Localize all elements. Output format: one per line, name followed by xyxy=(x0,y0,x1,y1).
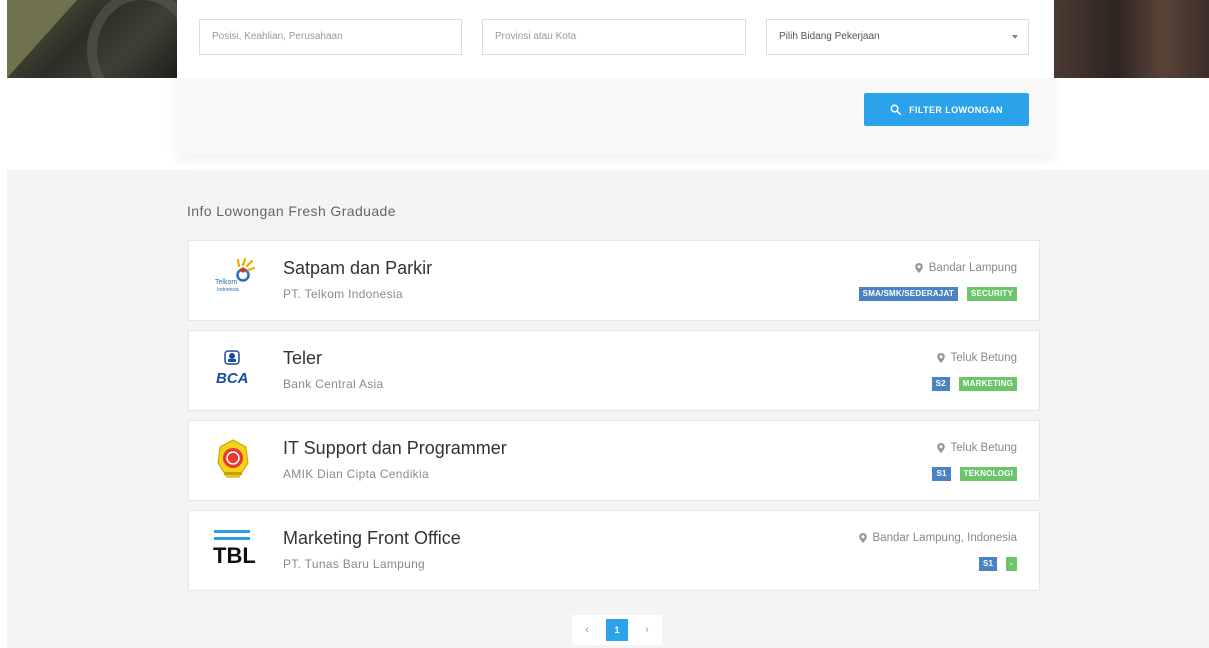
search-icon xyxy=(890,104,901,115)
job-location-text: Teluk Betung xyxy=(950,352,1018,364)
hero-image-right xyxy=(1054,0,1209,78)
keyword-input[interactable]: Posisi, Keahlian, Perusahaan xyxy=(199,19,462,55)
job-company: Bank Central Asia xyxy=(283,377,384,391)
job-listing-section: Info Lowongan Fresh Graduade Telkom Indo… xyxy=(7,170,1209,648)
bca-logo-text: BCA xyxy=(216,370,249,387)
category-badge: TEKNOLOGI xyxy=(959,467,1017,481)
telkom-logo-text: Telkom xyxy=(215,279,237,286)
telkom-indonesia-logo: Telkom Indonesia xyxy=(205,257,261,305)
bca-logo: BCA xyxy=(205,347,261,395)
job-company: PT. Telkom Indonesia xyxy=(283,287,403,301)
job-card[interactable]: BCA Teler Bank Central Asia Teluk Betung… xyxy=(188,330,1040,411)
category-select-value: Pilih Bidang Pekerjaan xyxy=(779,31,880,42)
location-input[interactable]: Provinsi atau Kota xyxy=(482,19,746,55)
map-marker-icon xyxy=(858,533,867,543)
hero-image-left xyxy=(7,0,177,78)
job-location: Bandar Lampung xyxy=(914,262,1017,274)
amik-dcc-logo xyxy=(205,437,261,485)
map-marker-icon xyxy=(936,443,945,453)
job-tags: S1 - xyxy=(978,557,1017,571)
job-location-text: Teluk Betung xyxy=(950,442,1018,454)
svg-text:Indonesia: Indonesia xyxy=(217,287,239,293)
tbl-logo: TBL xyxy=(205,527,261,575)
filter-button-label: FILTER LOWONGAN xyxy=(909,104,1003,115)
category-badge: MARKETING xyxy=(958,377,1017,391)
education-badge: S2 xyxy=(931,377,950,391)
pagination-page-button[interactable]: 1 xyxy=(602,615,632,645)
chevron-down-icon xyxy=(1012,35,1018,39)
job-card[interactable]: TBL Marketing Front Office PT. Tunas Bar… xyxy=(188,510,1040,591)
education-badge: SMA/SMK/SEDERAJAT xyxy=(858,287,958,301)
job-location-text: Bandar Lampung, Indonesia xyxy=(872,532,1018,544)
job-tags: S1 TEKNOLOGI xyxy=(932,467,1017,481)
education-badge: S1 xyxy=(932,467,951,481)
job-card[interactable]: Telkom Indonesia Satpam dan Parkir PT. T… xyxy=(188,240,1040,321)
job-tags: SMA/SMK/SEDERAJAT SECURITY xyxy=(858,287,1017,301)
pagination-prev-button[interactable]: ‹ xyxy=(572,615,602,645)
pagination: ‹ 1 › xyxy=(572,615,662,645)
job-card[interactable]: IT Support dan Programmer AMIK Dian Cipt… xyxy=(188,420,1040,501)
job-title[interactable]: Satpam dan Parkir xyxy=(283,258,432,279)
section-title: Info Lowongan Fresh Graduade xyxy=(187,203,396,219)
job-title[interactable]: Marketing Front Office xyxy=(283,528,461,549)
job-location: Bandar Lampung, Indonesia xyxy=(858,532,1018,544)
job-company: AMIK Dian Cipta Cendikia xyxy=(283,467,429,481)
pagination-next-button[interactable]: › xyxy=(632,615,662,645)
education-badge: S1 xyxy=(978,557,998,571)
category-select[interactable]: Pilih Bidang Pekerjaan xyxy=(766,19,1029,55)
category-badge: - xyxy=(1006,557,1017,571)
job-tags: S2 MARKETING xyxy=(931,377,1017,391)
search-panel: Posisi, Keahlian, Perusahaan Provinsi at… xyxy=(177,0,1053,155)
job-company: PT. Tunas Baru Lampung xyxy=(283,557,426,571)
job-location: Teluk Betung xyxy=(936,442,1018,454)
job-title[interactable]: Teler xyxy=(283,348,322,369)
map-marker-icon xyxy=(914,263,923,273)
filter-button[interactable]: FILTER LOWONGAN xyxy=(864,93,1029,126)
job-title[interactable]: IT Support dan Programmer xyxy=(283,438,507,459)
tbl-logo-text: TBL xyxy=(213,543,256,568)
pagination-page-number: 1 xyxy=(606,619,628,641)
job-location-text: Bandar Lampung xyxy=(928,262,1017,274)
map-marker-icon xyxy=(936,353,945,363)
job-location: Teluk Betung xyxy=(936,352,1018,364)
category-badge: SECURITY xyxy=(966,287,1017,301)
